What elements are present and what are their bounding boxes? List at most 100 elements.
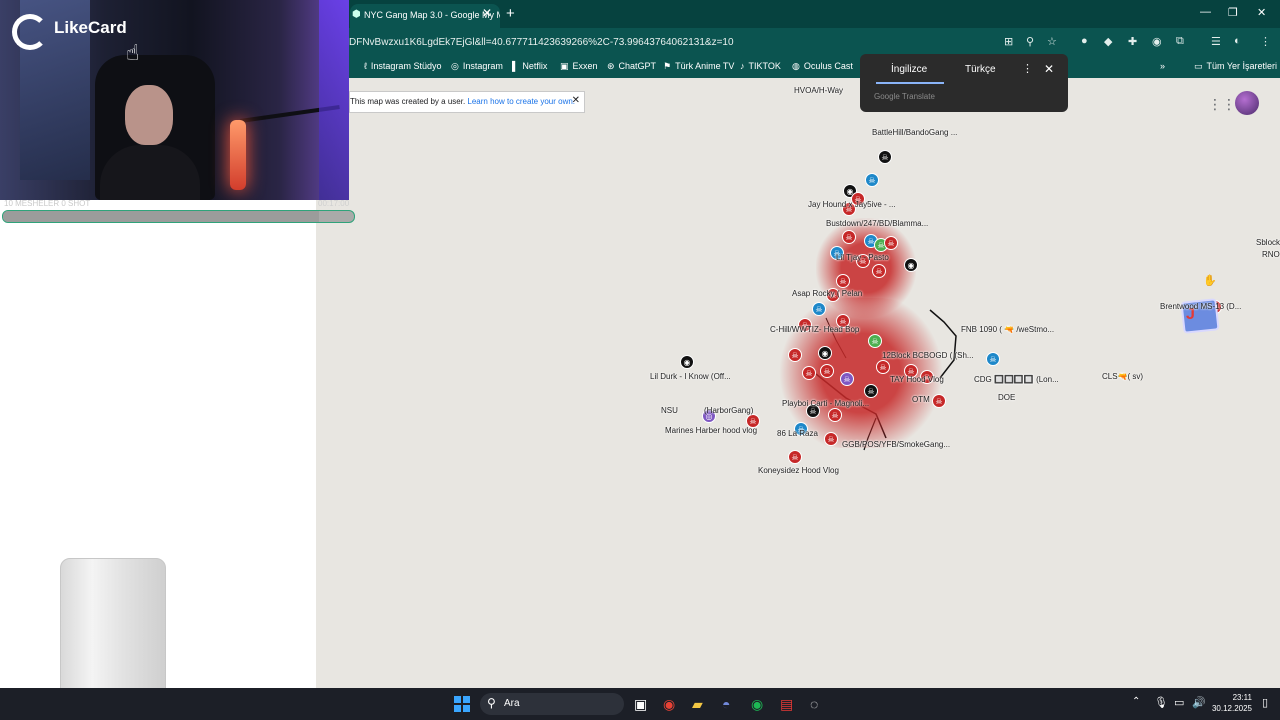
skull-marker-icon[interactable]: ☠ [836, 274, 850, 288]
extension-icon-1[interactable]: ● [1081, 35, 1088, 47]
map-label[interactable]: Koneysidez Hood Vlog [758, 466, 839, 475]
skull-marker-icon[interactable]: ☠ [876, 360, 890, 374]
map-label[interactable]: Playboi Carti - Magnoli... [782, 399, 869, 408]
skull-marker-icon[interactable]: ☠ [840, 372, 854, 386]
taskbar-search[interactable]: ⚲ Ara [480, 693, 624, 715]
learn-more-link[interactable]: Learn how to create your own. [467, 97, 575, 106]
map-label[interactable]: BattleHill/BandoGang ... [872, 128, 957, 137]
skull-marker-icon[interactable]: ☠ [820, 364, 834, 378]
map-label[interactable]: Brentwood MS-13 (D... [1160, 302, 1241, 311]
map-label[interactable]: NSU [661, 406, 678, 415]
notifications-icon[interactable]: ▯ [1262, 696, 1268, 709]
skull-marker-icon[interactable]: ☠ [884, 236, 898, 250]
bookmark-item[interactable]: ▣ Exxen [560, 61, 598, 72]
bookmark-item[interactable]: ⊛ ChatGPT [607, 61, 656, 72]
map-label[interactable]: Lil Tjay - Pasto [836, 253, 889, 262]
bookmark-item[interactable]: ⚑ Türk Anime TV [663, 61, 734, 72]
camera-marker-icon[interactable]: ◉ [818, 346, 832, 360]
skull-marker-icon[interactable]: ☠ [932, 394, 946, 408]
map-canvas[interactable]: ☠ ☠ ◉ ☠ ☠ ☠ ☠ ☠ ☠ ☠ ☠ ☠ ◉ ☠ ☠ ☠ ☠ ☠ ☠ ☠ … [316, 78, 1280, 688]
url-field[interactable]: DFNvBwzxu1K6LgdEk7EjGl&ll=40.67771142363… [349, 37, 734, 48]
bookmark-item[interactable]: ◎ Instagram [451, 61, 503, 72]
skull-marker-icon[interactable]: ☠ [828, 408, 842, 422]
bookmark-item[interactable]: ♪ TIKTOK [740, 61, 781, 71]
discord-icon[interactable]: ◓ [722, 696, 730, 712]
skull-marker-icon[interactable]: ☠ [812, 302, 826, 316]
map-label[interactable]: CDG 🔲🔲🔲🔲 (Lon... [974, 375, 1059, 384]
tab-nyc-gang-map[interactable]: ⬢ NYC Gang Map 3.0 - Google My Maps [350, 4, 500, 28]
new-tab-button[interactable]: + [506, 5, 515, 22]
tab-close-icon[interactable]: ✕ [482, 6, 492, 20]
translate-menu-icon[interactable]: ⋮ [1022, 62, 1033, 75]
skull-marker-icon[interactable]: ☠ [878, 150, 892, 164]
map-label[interactable]: RNO, [1262, 250, 1280, 259]
extensions-puzzle-icon[interactable]: ⧉ [1176, 35, 1184, 48]
profile-icon[interactable]: ◐ [1234, 35, 1241, 47]
network-icon[interactable]: ▭ [1174, 696, 1184, 709]
all-bookmarks-folder[interactable]: ▭ Tüm Yer İşaretleri [1194, 61, 1277, 72]
bookmark-item[interactable]: ℓ Instagram Stüdyo [364, 61, 441, 71]
map-label[interactable]: Sblock [1256, 238, 1280, 247]
microphone-icon[interactable]: 🎙 [1154, 696, 1168, 709]
skull-marker-icon[interactable]: ☠ [868, 334, 882, 348]
chrome-icon[interactable]: ◉ [663, 696, 675, 713]
skull-marker-icon[interactable]: ☠ [788, 450, 802, 464]
camera-marker-icon[interactable]: ◉ [680, 355, 694, 369]
reading-list-icon[interactable]: ☰ [1211, 35, 1221, 48]
spotify-icon[interactable]: ◉ [751, 696, 763, 713]
start-button[interactable] [454, 696, 470, 712]
camera-marker-icon[interactable]: ◉ [904, 258, 918, 272]
translate-icon[interactable]: ⊞ [1004, 35, 1013, 48]
map-label[interactable]: 86 La Raza [777, 429, 818, 438]
window-close-icon[interactable]: ✕ [1257, 6, 1266, 19]
bookmark-item[interactable]: ◍ Oculus Cast [792, 61, 853, 72]
extension-icon-2[interactable]: ◆ [1104, 35, 1112, 48]
map-label[interactable]: DOE [998, 393, 1015, 402]
map-label[interactable]: Lil Durk - I Know (Off... [650, 372, 731, 381]
map-label[interactable]: GGB/POS/YFB/SmokeGang... [842, 440, 950, 449]
map-label[interactable]: Marines Harber hood vlog [665, 426, 757, 435]
translate-tab-target[interactable]: Türkçe [965, 64, 996, 75]
taskbar-clock[interactable]: 23:11 30.12.2025 [1206, 692, 1252, 714]
map-label[interactable]: C-Hill/WWTIZ- Head Bop [770, 325, 859, 334]
tray-overflow-icon[interactable]: ⌃ [1132, 696, 1140, 707]
map-label[interactable]: HVOA/H-Way [794, 86, 843, 95]
map-label[interactable]: CLS🔫( sv) [1102, 372, 1143, 381]
skull-marker-icon[interactable]: ☠ [788, 348, 802, 362]
skull-marker-icon[interactable]: ☠ [865, 173, 879, 187]
maximize-icon[interactable]: ❐ [1228, 6, 1238, 19]
extension-icon-3[interactable]: ✚ [1128, 35, 1137, 48]
webcam-lamp [230, 120, 246, 190]
app-icon[interactable]: ▤ [780, 696, 793, 713]
taskview-icon[interactable]: ▣ [634, 696, 647, 713]
map-label[interactable]: (HarborGang) [704, 406, 753, 415]
minimize-icon[interactable]: — [1200, 6, 1211, 18]
translate-tab-source[interactable]: İngilizce [891, 64, 927, 75]
map-label[interactable]: OTM [912, 395, 930, 404]
bookmark-star-icon[interactable]: ☆ [1047, 35, 1057, 48]
skull-marker-icon[interactable]: ☠ [986, 352, 1000, 366]
obs-icon[interactable]: ◌ [810, 696, 818, 712]
zoom-icon[interactable]: ⚲ [1026, 35, 1034, 48]
map-label[interactable]: 12Block BCBOGD ( (Sh... [882, 351, 974, 360]
skull-marker-icon[interactable]: ☠ [842, 230, 856, 244]
bookmark-item[interactable]: ▌ Netflix [512, 61, 547, 71]
volume-icon[interactable]: 🔊 [1192, 696, 1206, 709]
extension-icon-4[interactable]: ◉ [1152, 35, 1162, 48]
skull-marker-icon[interactable]: ☠ [802, 366, 816, 380]
skull-marker-icon[interactable]: ☠ [824, 432, 838, 446]
map-label[interactable]: TAY Hood Vlog [890, 375, 944, 384]
map-label[interactable]: Asap Rocky ( Pelan [792, 289, 862, 298]
skull-marker-icon[interactable]: ☠ [864, 384, 878, 398]
bookmarks-overflow-icon[interactable]: » [1160, 61, 1165, 71]
account-avatar[interactable] [1235, 91, 1259, 115]
translate-close-icon[interactable]: ✕ [1044, 62, 1054, 76]
browser-menu-icon[interactable]: ⋮ [1260, 35, 1271, 48]
map-created-notice: This map was created by a user. Learn ho… [349, 91, 585, 113]
skull-marker-icon[interactable]: ☠ [872, 264, 886, 278]
file-explorer-icon[interactable]: ▰ [692, 696, 703, 713]
map-label[interactable]: Bustdown/247/BD/Blamma... [826, 219, 928, 228]
map-label[interactable]: Jay Hound x Jay5ive - ... [808, 200, 896, 209]
notice-close-icon[interactable]: ✕ [572, 95, 580, 106]
map-label[interactable]: FNB 1090 ( 🔫 /weStmo... [961, 325, 1054, 334]
